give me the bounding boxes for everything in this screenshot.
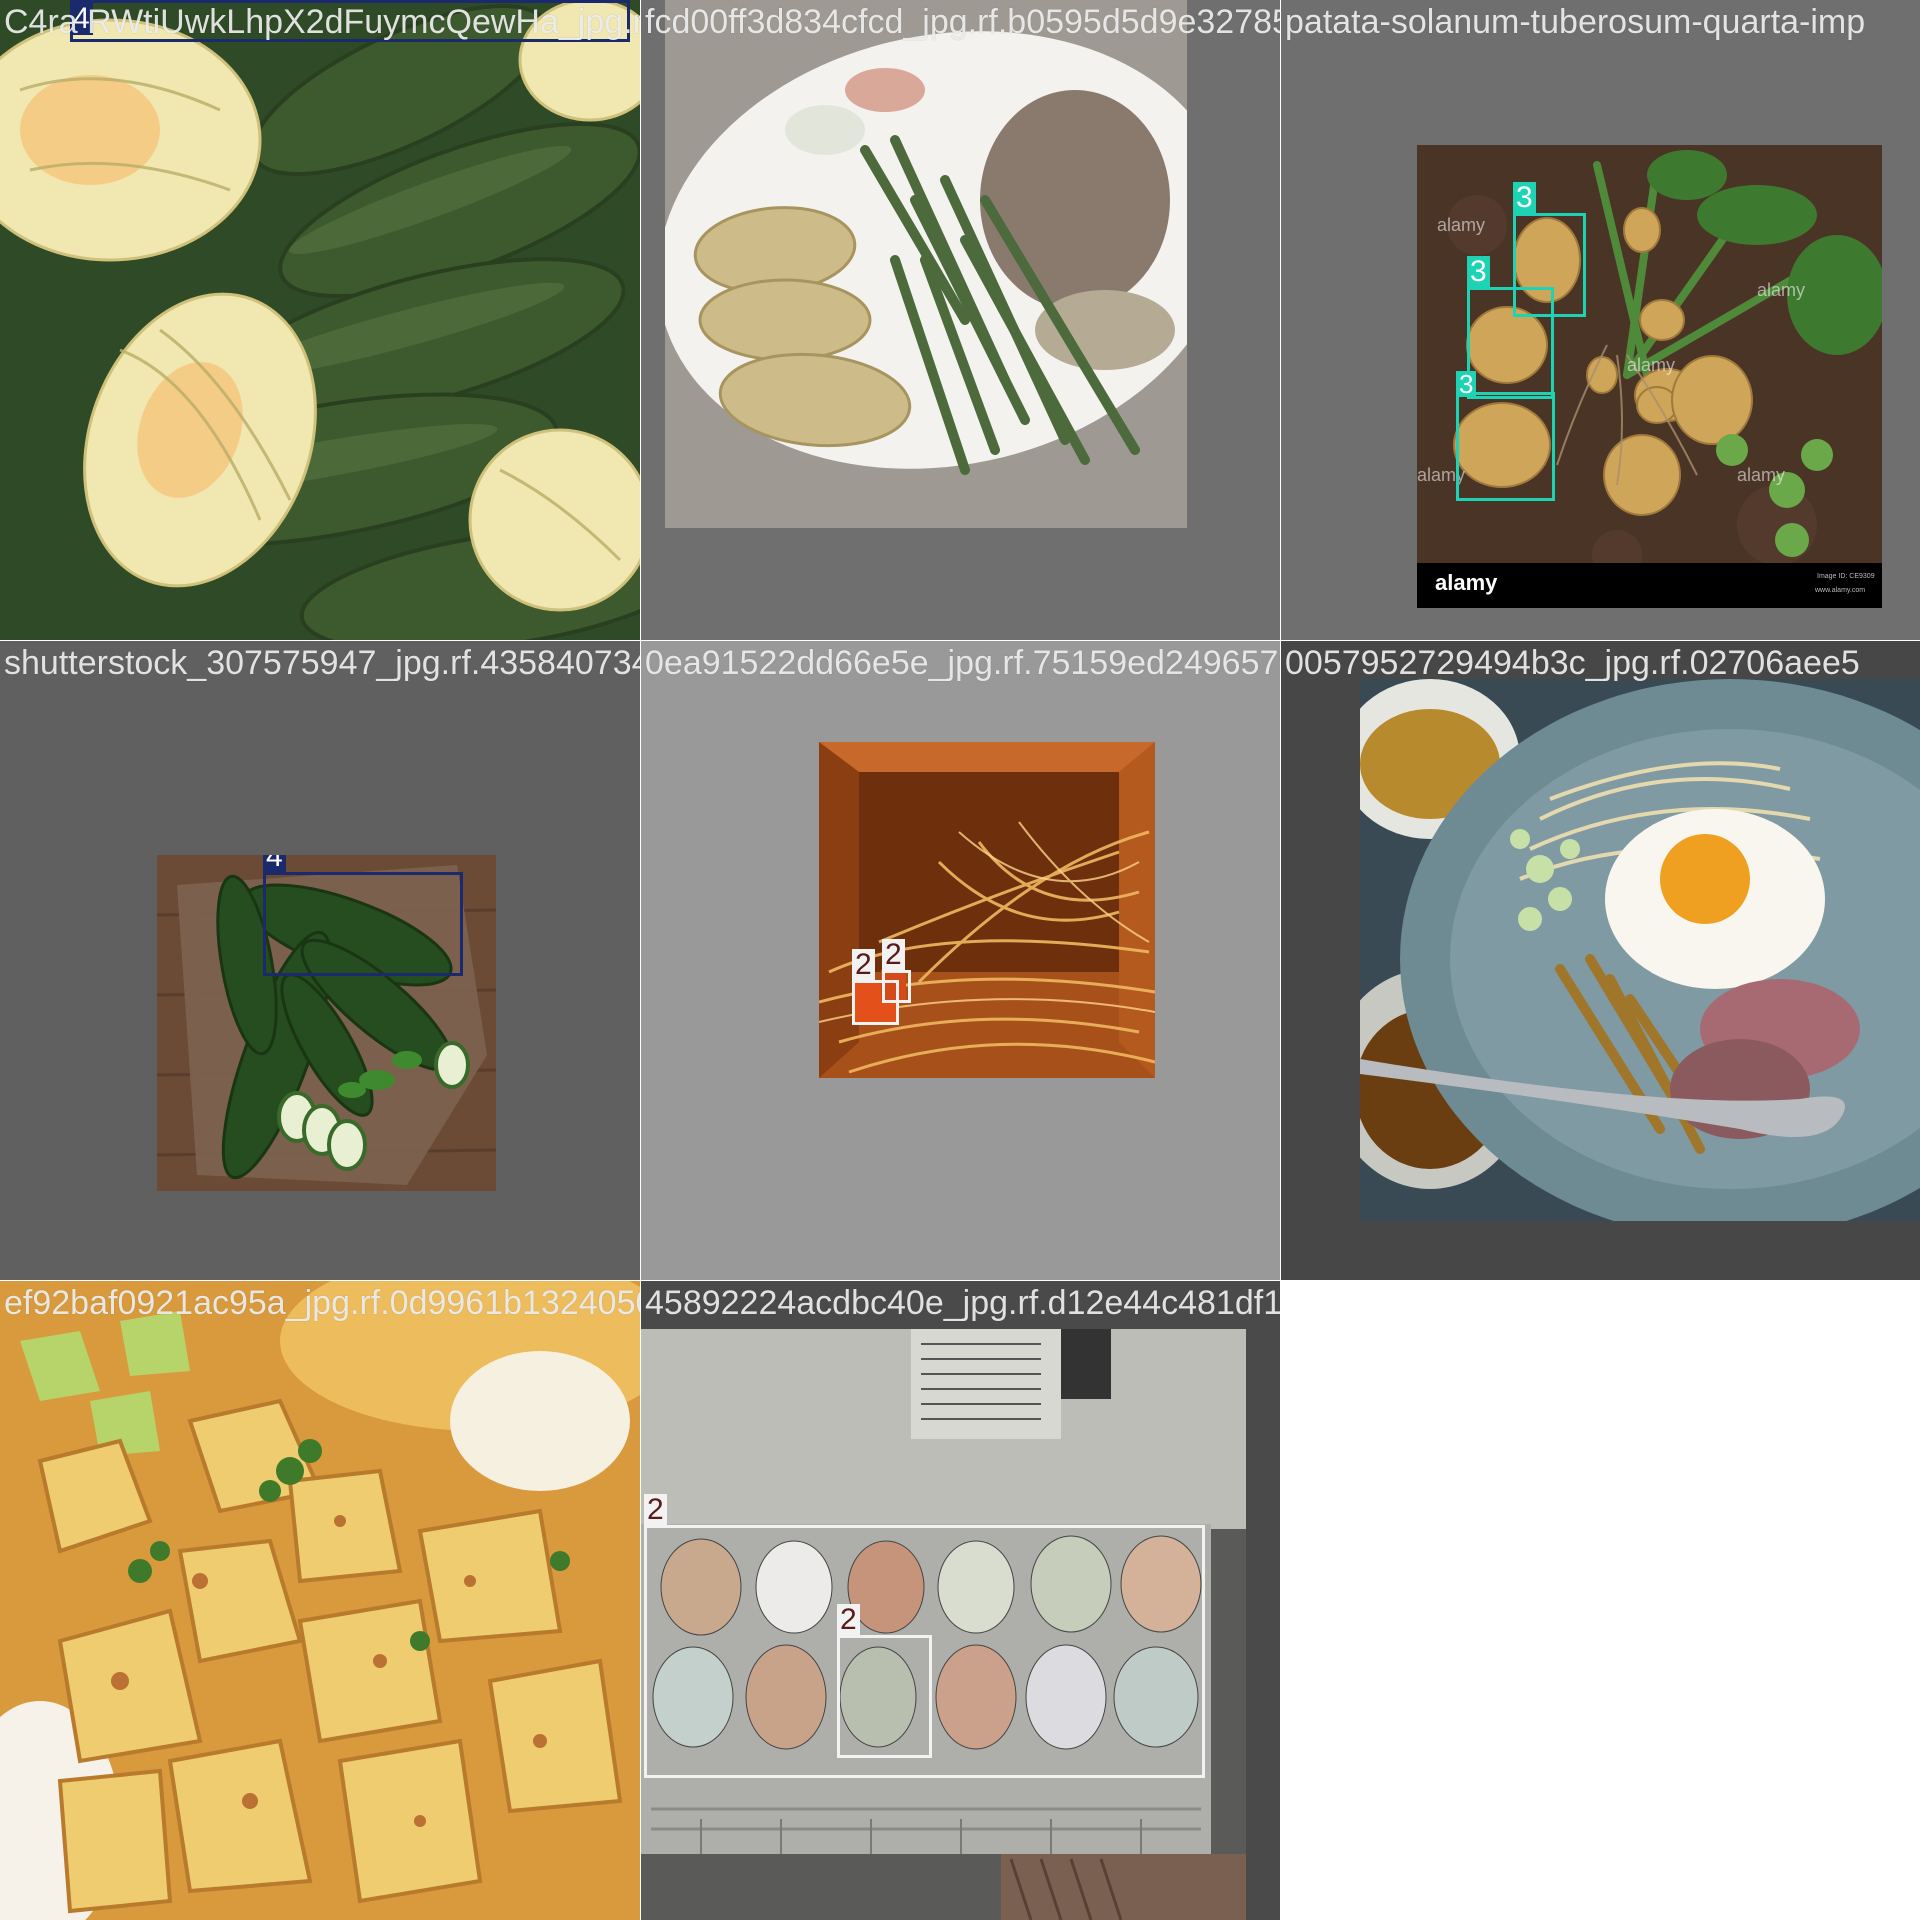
image-filename: 0ea91522dd66e5e_jpg.rf.75159ed249657952 (645, 644, 1280, 682)
watermark-overlay: alamy (1627, 355, 1676, 375)
mosaic-tile-7: ef92baf0921ac95a_jpg.rf.0d9961b132405092 (0, 1281, 640, 1920)
noodle-bowl-photo (1360, 679, 1920, 1221)
watermark-overlay: alamy (1437, 215, 1486, 235)
mosaic-tile-5: 2 2 0ea91522dd66e5e_jpg.rf.75159ed249657… (641, 641, 1280, 1280)
mosaic-tile-4: 4 shutterstock_307575947_jpg.rf.43584073… (0, 641, 640, 1280)
detection-box: 4 (263, 855, 463, 976)
grid-divider (0, 1280, 1920, 1281)
watermark-url: www.alamy.com (1815, 587, 1866, 594)
image-filename: shutterstock_307575947_jpg.rf.4358407343… (4, 644, 640, 682)
grid-divider (0, 640, 1920, 641)
mosaic-tile-8: 2 2 45892224acdbc40e_jpg.rf.d12e44c481df… (641, 1281, 1280, 1920)
class-label: 2 (852, 949, 875, 981)
potato-plant-photo: alamy Image ID: CE9309 www.alamy.com ala… (1417, 145, 1882, 608)
detection-box: 2 (882, 939, 911, 1003)
image-filename: patata-solanum-tuberosum-quarta-imp (1285, 3, 1866, 41)
image-filename: C4ra RWtiUwkLhpX2dFuymcQewHa_jpg.rf (4, 3, 640, 41)
class-label: 2 (882, 939, 905, 971)
nest-box-photo: 2 2 (819, 742, 1155, 1078)
image-filename: ef92baf0921ac95a_jpg.rf.0d9961b132405092 (4, 1284, 640, 1322)
zucchini-photo: 4 (157, 855, 496, 1191)
class-label: 2 (644, 1494, 667, 1526)
watermark-overlay: alamy (1757, 280, 1806, 300)
plate-photo (665, 0, 1187, 528)
class-label: 3 (1456, 371, 1477, 397)
watermark-image-id: Image ID: CE9309 (1817, 573, 1875, 580)
image-filename: fcd00ff3d834cfcd_jpg.rf.b0595d5d9e327854 (645, 3, 1280, 41)
detection-box: 2 (837, 1604, 932, 1758)
watermark-overlay: alamy (1737, 465, 1786, 485)
class-label: 4 (263, 855, 286, 873)
class-label: 3 (1513, 182, 1536, 214)
class-label: 3 (1467, 256, 1490, 288)
roasted-potatoes-photo (0, 1281, 640, 1920)
class-label: 2 (837, 1604, 860, 1636)
grid-divider (640, 0, 641, 1920)
image-filename: 45892224acdbc40e_jpg.rf.d12e44c481df1027 (645, 1284, 1280, 1322)
zucchini-flowers-photo (0, 0, 640, 640)
watermark-logo: alamy (1435, 570, 1498, 595)
detection-box: 3 (1456, 371, 1555, 501)
mosaic-tile-1: 4 C4ra RWtiUwkLhpX2dFuymcQewHa_jpg.rf (0, 0, 640, 640)
mosaic-tile-2: fcd00ff3d834cfcd_jpg.rf.b0595d5d9e327854 (641, 0, 1280, 640)
egg-carton-photo: 2 2 (641, 1329, 1246, 1920)
image-filename: 0057952729494b3c_jpg.rf.02706aee5 (1285, 644, 1860, 682)
mosaic-tile-6: 0057952729494b3c_jpg.rf.02706aee5 (1281, 641, 1920, 1280)
detection-box: 3 (1467, 256, 1554, 399)
mosaic-tile-3: alamy Image ID: CE9309 www.alamy.com ala… (1281, 0, 1920, 640)
